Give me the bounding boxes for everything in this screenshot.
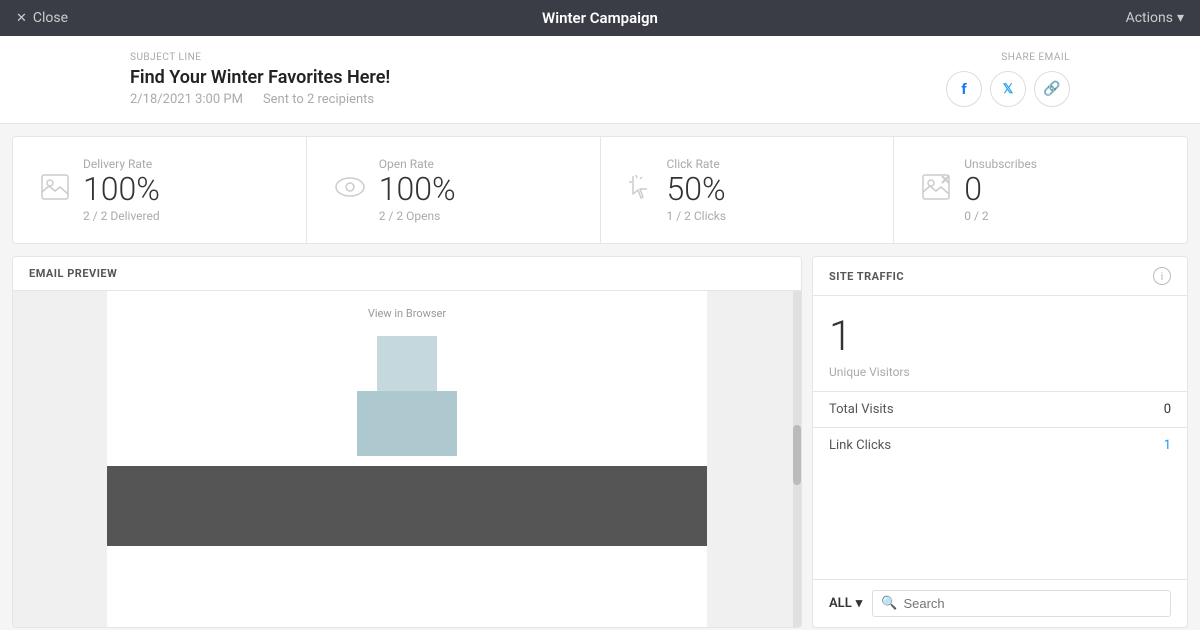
close-button[interactable]: ✕ Close bbox=[16, 10, 68, 26]
dropdown-chevron-icon: ▾ bbox=[856, 596, 863, 611]
total-visits-row: Total Visits 0 bbox=[813, 391, 1187, 427]
stat-delivery-rate: Delivery Rate 100% 2 / 2 Delivered bbox=[13, 137, 307, 243]
twitter-share-button[interactable]: 𝕏 bbox=[990, 71, 1026, 107]
unsubscribes-content: Unsubscribes 0 0 / 2 bbox=[964, 157, 1037, 223]
email-block-top bbox=[377, 336, 437, 391]
link-icon: 🔗 bbox=[1043, 81, 1060, 97]
click-rate-label: Click Rate bbox=[667, 157, 727, 171]
subject-left: SUBJECT LINE Find Your Winter Favorites … bbox=[130, 52, 390, 107]
eye-icon bbox=[335, 177, 365, 203]
subject-area: SUBJECT LINE Find Your Winter Favorites … bbox=[0, 36, 1200, 124]
delivery-rate-sub: 2 / 2 Delivered bbox=[83, 209, 160, 223]
email-preview-content: View in Browser bbox=[13, 291, 801, 627]
stat-unsubscribes: Unsubscribes 0 0 / 2 bbox=[894, 137, 1187, 243]
open-rate-value: 100% bbox=[379, 173, 456, 205]
recipients-count: Sent to 2 recipients bbox=[263, 92, 374, 107]
link-clicks-row: Link Clicks 1 bbox=[813, 427, 1187, 463]
facebook-icon: f bbox=[961, 80, 966, 98]
chevron-down-icon: ▾ bbox=[1177, 10, 1184, 26]
unique-visitors-value: 1 bbox=[813, 296, 1187, 365]
facebook-share-button[interactable]: f bbox=[946, 71, 982, 107]
unique-visitors-label: Unique Visitors bbox=[813, 365, 1187, 391]
page-title: Winter Campaign bbox=[542, 9, 658, 27]
close-label: Close bbox=[33, 10, 68, 26]
stat-click-rate: Click Rate 50% 1 / 2 Clicks bbox=[601, 137, 895, 243]
stats-bar: Delivery Rate 100% 2 / 2 Delivered Open … bbox=[12, 136, 1188, 244]
delivery-rate-label: Delivery Rate bbox=[83, 157, 160, 171]
unsubscribes-value: 0 bbox=[964, 173, 1037, 205]
unsubscribe-icon bbox=[922, 174, 950, 206]
link-clicks-label: Link Clicks bbox=[829, 438, 891, 453]
open-rate-label: Open Rate bbox=[379, 157, 456, 171]
site-traffic-panel: SITE TRAFFIC i 1 Unique Visitors Total V… bbox=[812, 256, 1188, 628]
stat-open-rate: Open Rate 100% 2 / 2 Opens bbox=[307, 137, 601, 243]
filter-dropdown-label: ALL bbox=[829, 596, 852, 611]
scrollbar-thumb[interactable] bbox=[793, 425, 801, 485]
copy-link-button[interactable]: 🔗 bbox=[1034, 71, 1070, 107]
site-traffic-label: SITE TRAFFIC bbox=[829, 270, 904, 283]
x-icon: ✕ bbox=[16, 11, 27, 26]
subject-line-label: SUBJECT LINE bbox=[130, 52, 390, 63]
image-icon bbox=[41, 174, 69, 206]
total-visits-label: Total Visits bbox=[829, 402, 894, 417]
total-visits-value: 0 bbox=[1164, 402, 1171, 417]
twitter-icon: 𝕏 bbox=[1003, 82, 1013, 97]
link-clicks-value: 1 bbox=[1164, 438, 1171, 453]
delivery-rate-value: 100% bbox=[83, 173, 160, 205]
email-preview-inner: View in Browser bbox=[107, 291, 707, 627]
filter-bar: ALL ▾ 🔍 bbox=[813, 579, 1187, 627]
click-rate-content: Click Rate 50% 1 / 2 Clicks bbox=[667, 157, 727, 223]
actions-button[interactable]: Actions ▾ bbox=[1126, 10, 1184, 26]
search-box: 🔍 bbox=[872, 590, 1171, 617]
click-rate-value: 50% bbox=[667, 173, 727, 205]
email-preview-label: EMAIL PREVIEW bbox=[29, 267, 117, 280]
email-preview-panel: EMAIL PREVIEW View in Browser bbox=[12, 256, 802, 628]
scrollbar-track bbox=[793, 291, 801, 627]
subject-meta: 2/18/2021 3:00 PM Sent to 2 recipients bbox=[130, 92, 390, 107]
top-bar: ✕ Close Winter Campaign Actions ▾ bbox=[0, 0, 1200, 36]
unsubscribes-label: Unsubscribes bbox=[964, 157, 1037, 171]
site-traffic-header: SITE TRAFFIC i bbox=[813, 257, 1187, 296]
email-preview-header: EMAIL PREVIEW bbox=[13, 257, 801, 291]
cursor-icon bbox=[629, 174, 653, 206]
email-image-banner bbox=[107, 466, 707, 546]
actions-label: Actions bbox=[1126, 10, 1173, 26]
open-rate-content: Open Rate 100% 2 / 2 Opens bbox=[379, 157, 456, 223]
share-buttons: f 𝕏 🔗 bbox=[946, 71, 1070, 107]
delivery-rate-content: Delivery Rate 100% 2 / 2 Delivered bbox=[83, 157, 160, 223]
search-icon: 🔍 bbox=[881, 596, 897, 611]
view-in-browser-link[interactable]: View in Browser bbox=[107, 291, 707, 336]
unsubscribes-sub: 0 / 2 bbox=[964, 209, 1037, 223]
share-area: SHARE EMAIL f 𝕏 🔗 bbox=[946, 52, 1070, 107]
open-rate-sub: 2 / 2 Opens bbox=[379, 209, 456, 223]
share-label: SHARE EMAIL bbox=[1001, 52, 1070, 63]
email-block-bottom bbox=[357, 391, 457, 456]
send-date: 2/18/2021 3:00 PM bbox=[130, 92, 243, 107]
search-input[interactable] bbox=[903, 596, 1162, 611]
filter-dropdown[interactable]: ALL ▾ bbox=[829, 596, 862, 611]
click-rate-sub: 1 / 2 Clicks bbox=[667, 209, 727, 223]
lower-section: EMAIL PREVIEW View in Browser SITE TRAFF… bbox=[12, 256, 1188, 628]
info-icon[interactable]: i bbox=[1153, 267, 1171, 285]
subject-title: Find Your Winter Favorites Here! bbox=[130, 67, 390, 88]
